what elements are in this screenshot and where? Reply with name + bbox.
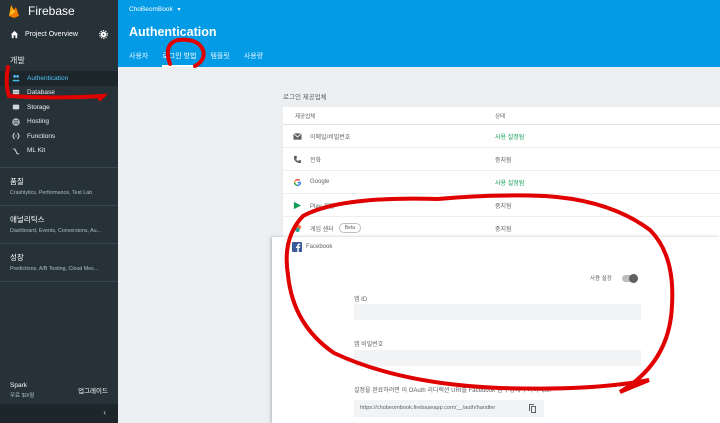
provider-row-google[interactable]: Google 사용 설정됨 (283, 171, 720, 194)
database-icon (12, 89, 20, 97)
column-header-provider: 제공업체 (295, 113, 316, 120)
sidebar-divider (0, 167, 118, 168)
sidebar-divider (0, 281, 118, 282)
sidebar-item-label: ML Kit (27, 147, 46, 155)
sidebar-item-label: Database (27, 89, 55, 97)
people-icon (12, 75, 20, 82)
sidebar-item-hosting[interactable]: Hosting (0, 115, 118, 130)
section-subtitle: Crashlytics, Performance, Test Lab (10, 190, 93, 196)
section-title: 품질 (10, 177, 24, 186)
provider-status: 사용 설정됨 (495, 180, 525, 187)
sidebar-item-label: Hosting (27, 118, 50, 126)
provider-status: 중지됨 (495, 226, 512, 233)
sidebar-item-label: Authentication (27, 74, 69, 82)
tab-users[interactable]: 사용자 (129, 51, 148, 67)
project-selector[interactable]: ChoBeomBook ▾ (129, 6, 181, 13)
upgrade-button[interactable]: 업그레이드 (78, 385, 108, 395)
provider-name: 게임 센터 (310, 226, 334, 233)
functions-icon (12, 132, 20, 140)
sidebar-item-storage[interactable]: Storage (0, 100, 118, 115)
globe-icon (12, 118, 20, 126)
sidebar-item-authentication[interactable]: Authentication (0, 71, 118, 86)
brand[interactable]: Firebase (0, 0, 118, 22)
provider-name: Google (310, 179, 330, 185)
table-header: 제공업체 상태 (283, 107, 720, 125)
provider-status: 중지됨 (495, 157, 512, 164)
beta-badge: Beta (338, 223, 362, 233)
project-overview-link[interactable]: Project Overview (0, 22, 118, 46)
facebook-config-panel: Facebook 사용 설정 앱 ID 앱 비밀번호 설정을 완료하려면 이 O… (272, 237, 720, 423)
page-header: ChoBeomBook ▾ Authentication 사용자 로그인 방법 … (118, 0, 720, 67)
provider-status: 중지됨 (495, 203, 512, 210)
chevron-down-icon: ▾ (177, 7, 181, 13)
gear-icon[interactable] (99, 29, 108, 39)
provider-row-email[interactable]: 이메일/비밀번호 사용 설정됨 (283, 125, 720, 148)
facebook-title-label: Facebook (306, 244, 333, 250)
providers-table: 제공업체 상태 이메일/비밀번호 사용 설정됨 전화 중지됨 Google 사용… (283, 107, 720, 240)
home-icon (10, 30, 19, 38)
project-overview-label: Project Overview (25, 30, 78, 38)
sidebar: Firebase Project Overview 개발 Authenticat… (0, 0, 118, 423)
email-icon (293, 132, 302, 140)
ml-icon (12, 148, 20, 154)
enable-label: 사용 설정 (590, 276, 612, 282)
collapse-sidebar-button[interactable]: ‹ (0, 404, 118, 423)
column-header-status: 상태 (495, 113, 506, 120)
sidebar-item-database[interactable]: Database (0, 86, 118, 101)
sidebar-divider (0, 243, 118, 244)
develop-nav: Authentication Database Storage Hosting … (0, 71, 118, 158)
tab-bar: 사용자 로그인 방법 템플릿 사용량 (129, 51, 277, 67)
provider-status: 사용 설정됨 (495, 134, 525, 141)
app-secret-input[interactable] (354, 350, 641, 366)
sidebar-divider (0, 205, 118, 206)
provider-name: 전화 (310, 157, 322, 164)
develop-section-title: 개발 (10, 56, 25, 65)
storage-icon (12, 104, 20, 110)
sidebar-section-grow[interactable]: 성장 Predictions, A/B Testing, Cloud Mes..… (0, 252, 118, 272)
tab-usage[interactable]: 사용량 (244, 51, 263, 67)
play-games-icon (293, 201, 302, 209)
sidebar-section-quality[interactable]: 품질 Crashlytics, Performance, Test Lab (0, 176, 118, 196)
sidebar-item-label: Storage (27, 103, 50, 111)
app-id-input[interactable] (354, 304, 641, 320)
provider-name: Play 게임 (310, 203, 335, 210)
providers-section-label: 로그인 제공업체 (283, 94, 327, 101)
oauth-redirect-note: 설정을 완료하려면 이 OAuth 리디렉션 URI를 Facebook 앱 구… (354, 388, 552, 394)
copy-icon[interactable] (528, 403, 538, 414)
sidebar-item-label: Functions (27, 132, 56, 140)
enable-toggle[interactable] (621, 273, 638, 283)
sidebar-item-functions[interactable]: Functions (0, 129, 118, 144)
provider-row-phone[interactable]: 전화 중지됨 (283, 148, 720, 171)
section-subtitle: Predictions, A/B Testing, Cloud Mes... (10, 266, 99, 272)
project-name: ChoBeomBook (129, 6, 173, 13)
tab-sign-in-method[interactable]: 로그인 방법 (162, 51, 197, 67)
app-id-label: 앱 ID (354, 297, 368, 303)
app-name: Firebase (28, 4, 75, 18)
sidebar-section-analytics[interactable]: 애널리틱스 Dashboard, Events, Conversions, Au… (0, 214, 118, 234)
tab-templates[interactable]: 템플릿 (210, 51, 229, 67)
firebase-logo-icon (9, 5, 19, 18)
redirect-uri-field: https://chobeombook.firebaseapp.com/__/a… (354, 400, 544, 417)
sidebar-item-ml-kit[interactable]: ML Kit (0, 144, 118, 159)
enable-row: 사용 설정 (590, 273, 638, 283)
game-center-icon (293, 224, 302, 232)
facebook-icon (292, 242, 302, 252)
chevron-left-icon: ‹ (103, 408, 106, 417)
google-icon (293, 178, 302, 186)
provider-row-play-games[interactable]: Play 게임 중지됨 (283, 194, 720, 217)
page-title: Authentication (129, 25, 217, 39)
provider-name: 이메일/비밀번호 (310, 134, 351, 141)
app-secret-label: 앱 비밀번호 (354, 342, 384, 348)
phone-icon (293, 155, 302, 163)
plan-info: Spark 무료 $0/월 업그레이드 (0, 378, 118, 404)
section-subtitle: Dashboard, Events, Conversions, Au... (10, 228, 101, 234)
section-title: 애널리틱스 (10, 215, 45, 224)
facebook-provider-title[interactable]: Facebook (292, 242, 332, 252)
section-title: 성장 (10, 253, 24, 262)
